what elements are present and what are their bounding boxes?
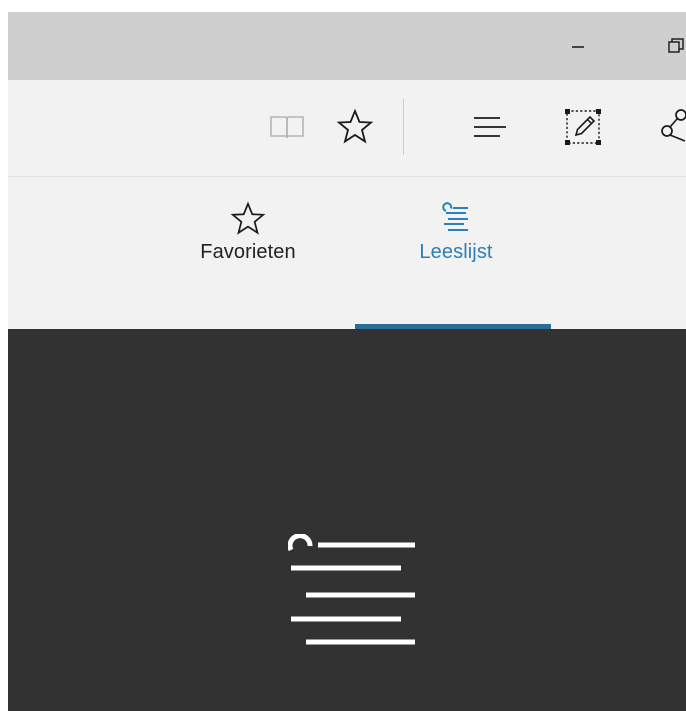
tab-reading-list-label: Leeslijst (419, 241, 493, 263)
tab-reading-list[interactable]: Leeslijst (358, 177, 554, 329)
tab-favorites-label: Favorieten (200, 241, 296, 263)
tab-reading-list-icon-wrap (434, 197, 478, 241)
reading-view-button[interactable] (260, 100, 314, 154)
reading-list-panel (8, 329, 686, 711)
minimize-icon (572, 46, 584, 48)
hub-lines-icon (474, 117, 506, 137)
star-icon (336, 108, 374, 144)
restore-icon (668, 38, 684, 53)
book-icon (270, 116, 304, 139)
add-favorite-button[interactable] (328, 100, 382, 154)
reading-list-icon (288, 534, 415, 645)
reading-list-icon (442, 202, 468, 231)
tab-favorites-icon-wrap (226, 197, 270, 241)
star-icon (230, 201, 266, 235)
web-note-icon (565, 109, 601, 145)
hub-button[interactable] (463, 100, 517, 154)
restore-button[interactable] (646, 12, 686, 80)
share-button[interactable] (648, 100, 686, 154)
web-note-button[interactable] (556, 100, 610, 154)
toolbar-separator (403, 99, 404, 155)
tab-favorites[interactable]: Favorieten (176, 177, 320, 329)
browser-toolbar (8, 80, 686, 177)
title-bar (8, 12, 686, 80)
share-icon (661, 109, 686, 142)
browser-window: Favorieten Leeslijst (0, 0, 686, 711)
minimize-button[interactable] (548, 12, 608, 80)
hub-tabs: Favorieten Leeslijst (8, 177, 686, 329)
